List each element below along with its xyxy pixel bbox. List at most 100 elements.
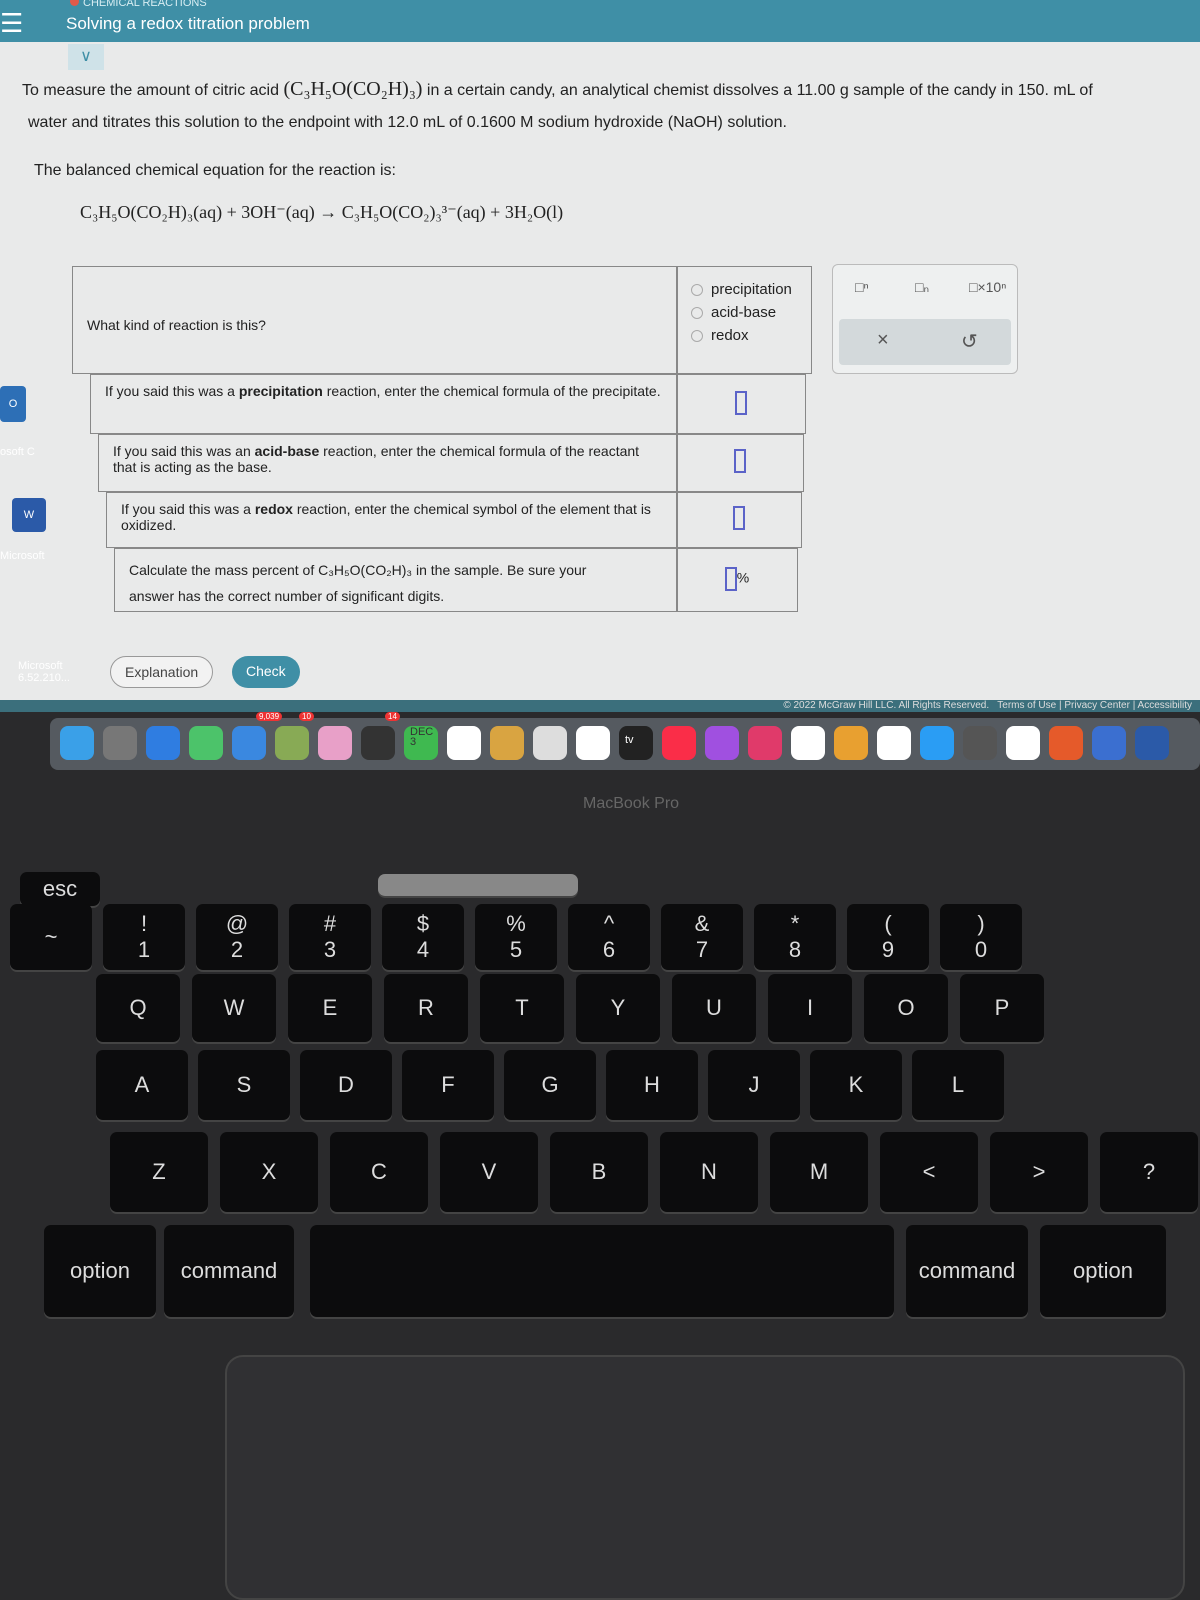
dock-app-icon[interactable] xyxy=(490,726,524,760)
precipitate-input[interactable] xyxy=(676,374,806,434)
key-letter[interactable]: X xyxy=(220,1132,318,1212)
dock-app-icon[interactable] xyxy=(662,726,696,760)
key-letter[interactable]: W xyxy=(192,974,276,1042)
key-command[interactable]: command xyxy=(164,1225,294,1317)
dock-app-icon[interactable] xyxy=(1049,726,1083,760)
dock-app-icon[interactable] xyxy=(791,726,825,760)
key-letter[interactable]: H xyxy=(606,1050,698,1120)
key-number[interactable]: # 3 xyxy=(289,904,371,970)
terms-link[interactable]: Terms of Use xyxy=(997,700,1056,711)
key-letter[interactable]: I xyxy=(768,974,852,1042)
dock-app-icon[interactable] xyxy=(189,726,223,760)
key-space[interactable] xyxy=(310,1225,894,1317)
desktop-app-icon[interactable]: O xyxy=(0,386,26,422)
key-letter[interactable]: T xyxy=(480,974,564,1042)
dock-app-icon[interactable] xyxy=(1092,726,1126,760)
key-letter[interactable]: N xyxy=(660,1132,758,1212)
key-number[interactable]: $ 4 xyxy=(382,904,464,970)
dock-app-icon[interactable] xyxy=(920,726,954,760)
dock-app-icon[interactable] xyxy=(963,726,997,760)
key-letter[interactable]: > xyxy=(990,1132,1088,1212)
key-number[interactable]: ~ xyxy=(10,904,92,970)
key-letter[interactable]: C xyxy=(330,1132,428,1212)
dock-app-icon[interactable] xyxy=(103,726,137,760)
key-letter[interactable]: R xyxy=(384,974,468,1042)
clear-icon[interactable]: × xyxy=(877,329,889,352)
key-letter[interactable]: J xyxy=(708,1050,800,1120)
key-letter[interactable]: P xyxy=(960,974,1044,1042)
key-letter[interactable]: U xyxy=(672,974,756,1042)
desktop-item-label[interactable]: Microsoft xyxy=(0,550,45,562)
key-number[interactable]: ) 0 xyxy=(940,904,1022,970)
key-letter[interactable]: V xyxy=(440,1132,538,1212)
subscript-button[interactable]: □ₙ xyxy=(915,279,929,296)
key-number[interactable]: % 5 xyxy=(475,904,557,970)
key-letter[interactable]: M xyxy=(770,1132,868,1212)
accessibility-link[interactable]: Accessibility xyxy=(1138,700,1192,711)
key-letter[interactable]: G xyxy=(504,1050,596,1120)
mass-percent-input[interactable]: % xyxy=(676,548,798,612)
dock-app-icon[interactable] xyxy=(748,726,782,760)
oxidized-input[interactable] xyxy=(676,492,802,548)
radio-acid-base[interactable]: acid-base xyxy=(691,304,797,321)
key-number[interactable]: @ 2 xyxy=(196,904,278,970)
dock-app-icon[interactable] xyxy=(1006,726,1040,760)
radio-precipitation[interactable]: precipitation xyxy=(691,281,797,298)
key-letter[interactable]: ? xyxy=(1100,1132,1198,1212)
key-letter[interactable]: < xyxy=(880,1132,978,1212)
key-letter[interactable]: D xyxy=(300,1050,392,1120)
key-number[interactable]: ! 1 xyxy=(103,904,185,970)
key-number[interactable]: & 7 xyxy=(661,904,743,970)
key-letter[interactable]: Y xyxy=(576,974,660,1042)
dock-app-icon[interactable] xyxy=(877,726,911,760)
key-letter[interactable]: B xyxy=(550,1132,648,1212)
key-label: P xyxy=(994,995,1010,1020)
dock-app-icon[interactable] xyxy=(1135,726,1169,760)
dock-app-icon[interactable] xyxy=(576,726,610,760)
dock-app-icon[interactable] xyxy=(447,726,481,760)
base-input[interactable] xyxy=(676,434,804,492)
key-letter[interactable]: L xyxy=(912,1050,1004,1120)
collapse-chevron-icon[interactable]: ∨ xyxy=(68,44,104,70)
dock-app-icon[interactable] xyxy=(146,726,180,760)
dock-app-icon[interactable] xyxy=(275,726,309,760)
radio-redox[interactable]: redox xyxy=(691,327,797,344)
key-option[interactable]: option xyxy=(1040,1225,1166,1317)
touch-bar-slider[interactable] xyxy=(378,874,578,896)
dock-app-icon[interactable] xyxy=(834,726,868,760)
key-esc[interactable]: esc xyxy=(20,872,100,906)
key-letter[interactable]: E xyxy=(288,974,372,1042)
key-number[interactable]: * 8 xyxy=(754,904,836,970)
privacy-link[interactable]: Privacy Center xyxy=(1064,700,1130,711)
desktop-item-label[interactable]: osoft C xyxy=(0,446,35,458)
key-label: Q xyxy=(129,995,147,1020)
dock-app-icon[interactable] xyxy=(318,726,352,760)
key-letter[interactable]: Z xyxy=(110,1132,208,1212)
dock-app-icon[interactable] xyxy=(232,726,266,760)
key-label: % 5 xyxy=(506,911,526,962)
superscript-button[interactable]: □ⁿ xyxy=(855,279,869,295)
key-option[interactable]: option xyxy=(44,1225,156,1317)
key-letter[interactable]: F xyxy=(402,1050,494,1120)
key-letter[interactable]: S xyxy=(198,1050,290,1120)
key-number[interactable]: ( 9 xyxy=(847,904,929,970)
key-command[interactable]: command xyxy=(906,1225,1028,1317)
dock-app-icon[interactable] xyxy=(361,726,395,760)
dock-app-icon[interactable] xyxy=(60,726,94,760)
word-icon[interactable]: W xyxy=(12,498,46,532)
key-letter[interactable]: A xyxy=(96,1050,188,1120)
dock-app-icon[interactable] xyxy=(705,726,739,760)
check-button[interactable]: Check xyxy=(232,656,300,688)
scientific-notation-button[interactable]: □×10ⁿ xyxy=(969,279,1006,295)
undo-icon[interactable]: ↺ xyxy=(961,329,978,354)
explanation-button[interactable]: Explanation xyxy=(110,656,214,688)
key-label: command xyxy=(180,1258,278,1283)
desktop-item-label[interactable]: Microsoft 6.52.210... xyxy=(18,660,78,684)
key-number[interactable]: ^ 6 xyxy=(568,904,650,970)
key-letter[interactable]: Q xyxy=(96,974,180,1042)
trackpad[interactable] xyxy=(225,1355,1185,1600)
key-letter[interactable]: K xyxy=(810,1050,902,1120)
dock-app-icon[interactable] xyxy=(533,726,567,760)
hamburger-icon[interactable]: ☰ xyxy=(0,8,23,39)
key-letter[interactable]: O xyxy=(864,974,948,1042)
